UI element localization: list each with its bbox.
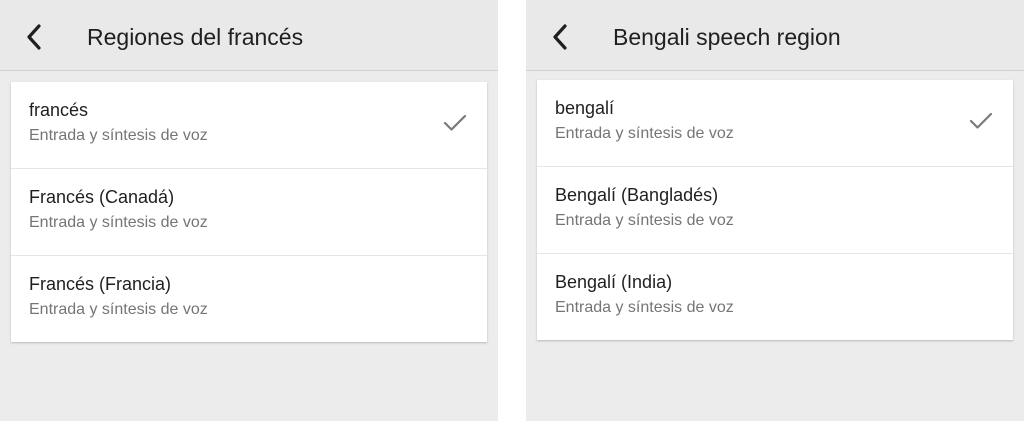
region-list: bengalí Entrada y síntesis de voz Bengal… (537, 80, 1013, 340)
checkmark-icon (443, 114, 467, 131)
list-item-frances[interactable]: francés Entrada y síntesis de voz (11, 82, 487, 169)
item-subtitle: Entrada y síntesis de voz (29, 214, 208, 231)
item-subtitle: Entrada y síntesis de voz (29, 301, 208, 318)
left-screen: Regiones del francés francés Entrada y s… (0, 0, 498, 421)
back-button[interactable] (20, 20, 50, 54)
item-label: Francés (Canadá) (29, 187, 175, 207)
list-item-bengali[interactable]: bengalí Entrada y síntesis de voz (537, 80, 1013, 167)
back-button[interactable] (546, 20, 576, 54)
chevron-left-icon (27, 24, 41, 50)
item-label: bengalí (555, 98, 615, 118)
list-item-frances-francia[interactable]: Francés (Francia) Entrada y síntesis de … (11, 256, 487, 342)
item-subtitle: Entrada y síntesis de voz (555, 299, 734, 316)
app-bar: Regiones del francés (0, 0, 498, 71)
page-title: Bengali speech region (613, 24, 841, 50)
item-label: Francés (Francia) (29, 274, 172, 294)
list-item-frances-canada[interactable]: Francés (Canadá) Entrada y síntesis de v… (11, 169, 487, 256)
list-item-bengali-india[interactable]: Bengalí (India) Entrada y síntesis de vo… (537, 254, 1013, 340)
list-item-bengali-bangladesh[interactable]: Bengalí (Bangladés) Entrada y síntesis d… (537, 167, 1013, 254)
item-label: francés (29, 100, 89, 120)
app-bar: Bengali speech region (526, 0, 1024, 71)
item-label: Bengalí (India) (555, 272, 673, 292)
chevron-left-icon (553, 24, 567, 50)
checkmark-icon (969, 112, 993, 129)
region-list: francés Entrada y síntesis de voz Francé… (11, 82, 487, 342)
item-subtitle: Entrada y síntesis de voz (555, 125, 734, 142)
right-screen: Bengali speech region bengalí Entrada y … (526, 0, 1024, 421)
item-subtitle: Entrada y síntesis de voz (29, 127, 208, 144)
page-title: Regiones del francés (87, 24, 304, 50)
item-label: Bengalí (Bangladés) (555, 185, 719, 205)
item-subtitle: Entrada y síntesis de voz (555, 212, 734, 229)
